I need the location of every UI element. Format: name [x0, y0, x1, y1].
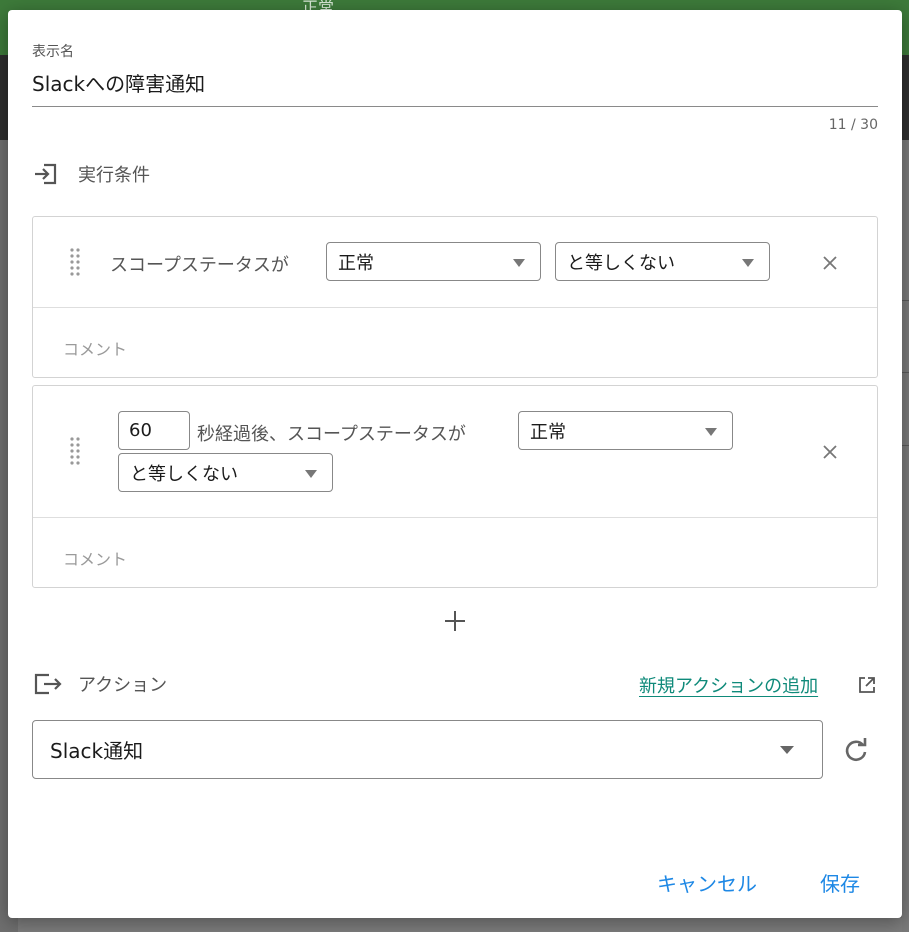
- close-icon[interactable]: [820, 442, 840, 462]
- refresh-icon[interactable]: [842, 737, 870, 765]
- condition-card: 60 秒経過後、スコープステータスが 正常 と等しくない コメント: [32, 385, 878, 588]
- background-divider: [902, 300, 909, 301]
- background-right-column: [902, 140, 909, 932]
- chevron-down-icon: [780, 746, 794, 754]
- card-divider: [33, 517, 877, 518]
- operator-select[interactable]: と等しくない: [118, 453, 333, 492]
- actions-heading: アクション: [32, 670, 167, 698]
- card-divider: [33, 307, 877, 308]
- conditions-heading: 実行条件: [32, 160, 150, 188]
- background-divider: [902, 372, 909, 373]
- action-select[interactable]: Slack通知: [32, 720, 823, 779]
- chevron-down-icon: [705, 428, 717, 436]
- comment-field[interactable]: コメント: [63, 336, 127, 360]
- operator-value: と等しくない: [567, 252, 675, 274]
- logout-icon: [34, 673, 62, 695]
- save-button[interactable]: 保存: [820, 868, 860, 897]
- chevron-down-icon: [742, 259, 754, 267]
- drag-handle-icon[interactable]: [67, 436, 83, 466]
- scope-status-select[interactable]: 正常: [326, 242, 541, 281]
- scope-status-value: 正常: [530, 421, 566, 443]
- new-action-link[interactable]: 新規アクションの追加: [639, 672, 818, 698]
- drag-handle-icon[interactable]: [67, 247, 83, 277]
- login-icon: [35, 163, 57, 185]
- actions-title: アクション: [78, 675, 168, 696]
- cancel-button[interactable]: キャンセル: [657, 868, 757, 897]
- notification-dialog: 表示名 Slackへの障害通知 11 / 30 実行条件 スコープステータスが …: [8, 10, 902, 918]
- plus-icon[interactable]: [444, 610, 466, 632]
- operator-value: と等しくない: [130, 463, 238, 485]
- scope-status-select[interactable]: 正常: [518, 411, 733, 450]
- comment-field[interactable]: コメント: [63, 546, 127, 570]
- close-icon[interactable]: [820, 253, 840, 273]
- chevron-down-icon: [305, 470, 317, 478]
- scope-status-value: 正常: [338, 252, 374, 274]
- open-in-new-icon[interactable]: [856, 674, 878, 696]
- operator-select[interactable]: と等しくない: [555, 242, 770, 281]
- background-bottom: [18, 918, 902, 932]
- display-name-label: 表示名: [32, 44, 74, 60]
- background-divider: [902, 445, 909, 446]
- conditions-title: 実行条件: [78, 165, 150, 186]
- chevron-down-icon: [513, 259, 525, 267]
- condition-prefix-text: スコープステータスが: [110, 255, 289, 276]
- condition-prefix-text: 秒経過後、スコープステータスが: [197, 424, 466, 445]
- seconds-input[interactable]: 60: [118, 411, 190, 450]
- display-name-field[interactable]: Slackへの障害通知: [32, 68, 205, 97]
- display-name-underline: [32, 106, 878, 107]
- char-counter: 11 / 30: [828, 117, 878, 133]
- condition-card: スコープステータスが 正常 と等しくない コメント: [32, 216, 878, 378]
- action-select-value: Slack通知: [50, 739, 144, 763]
